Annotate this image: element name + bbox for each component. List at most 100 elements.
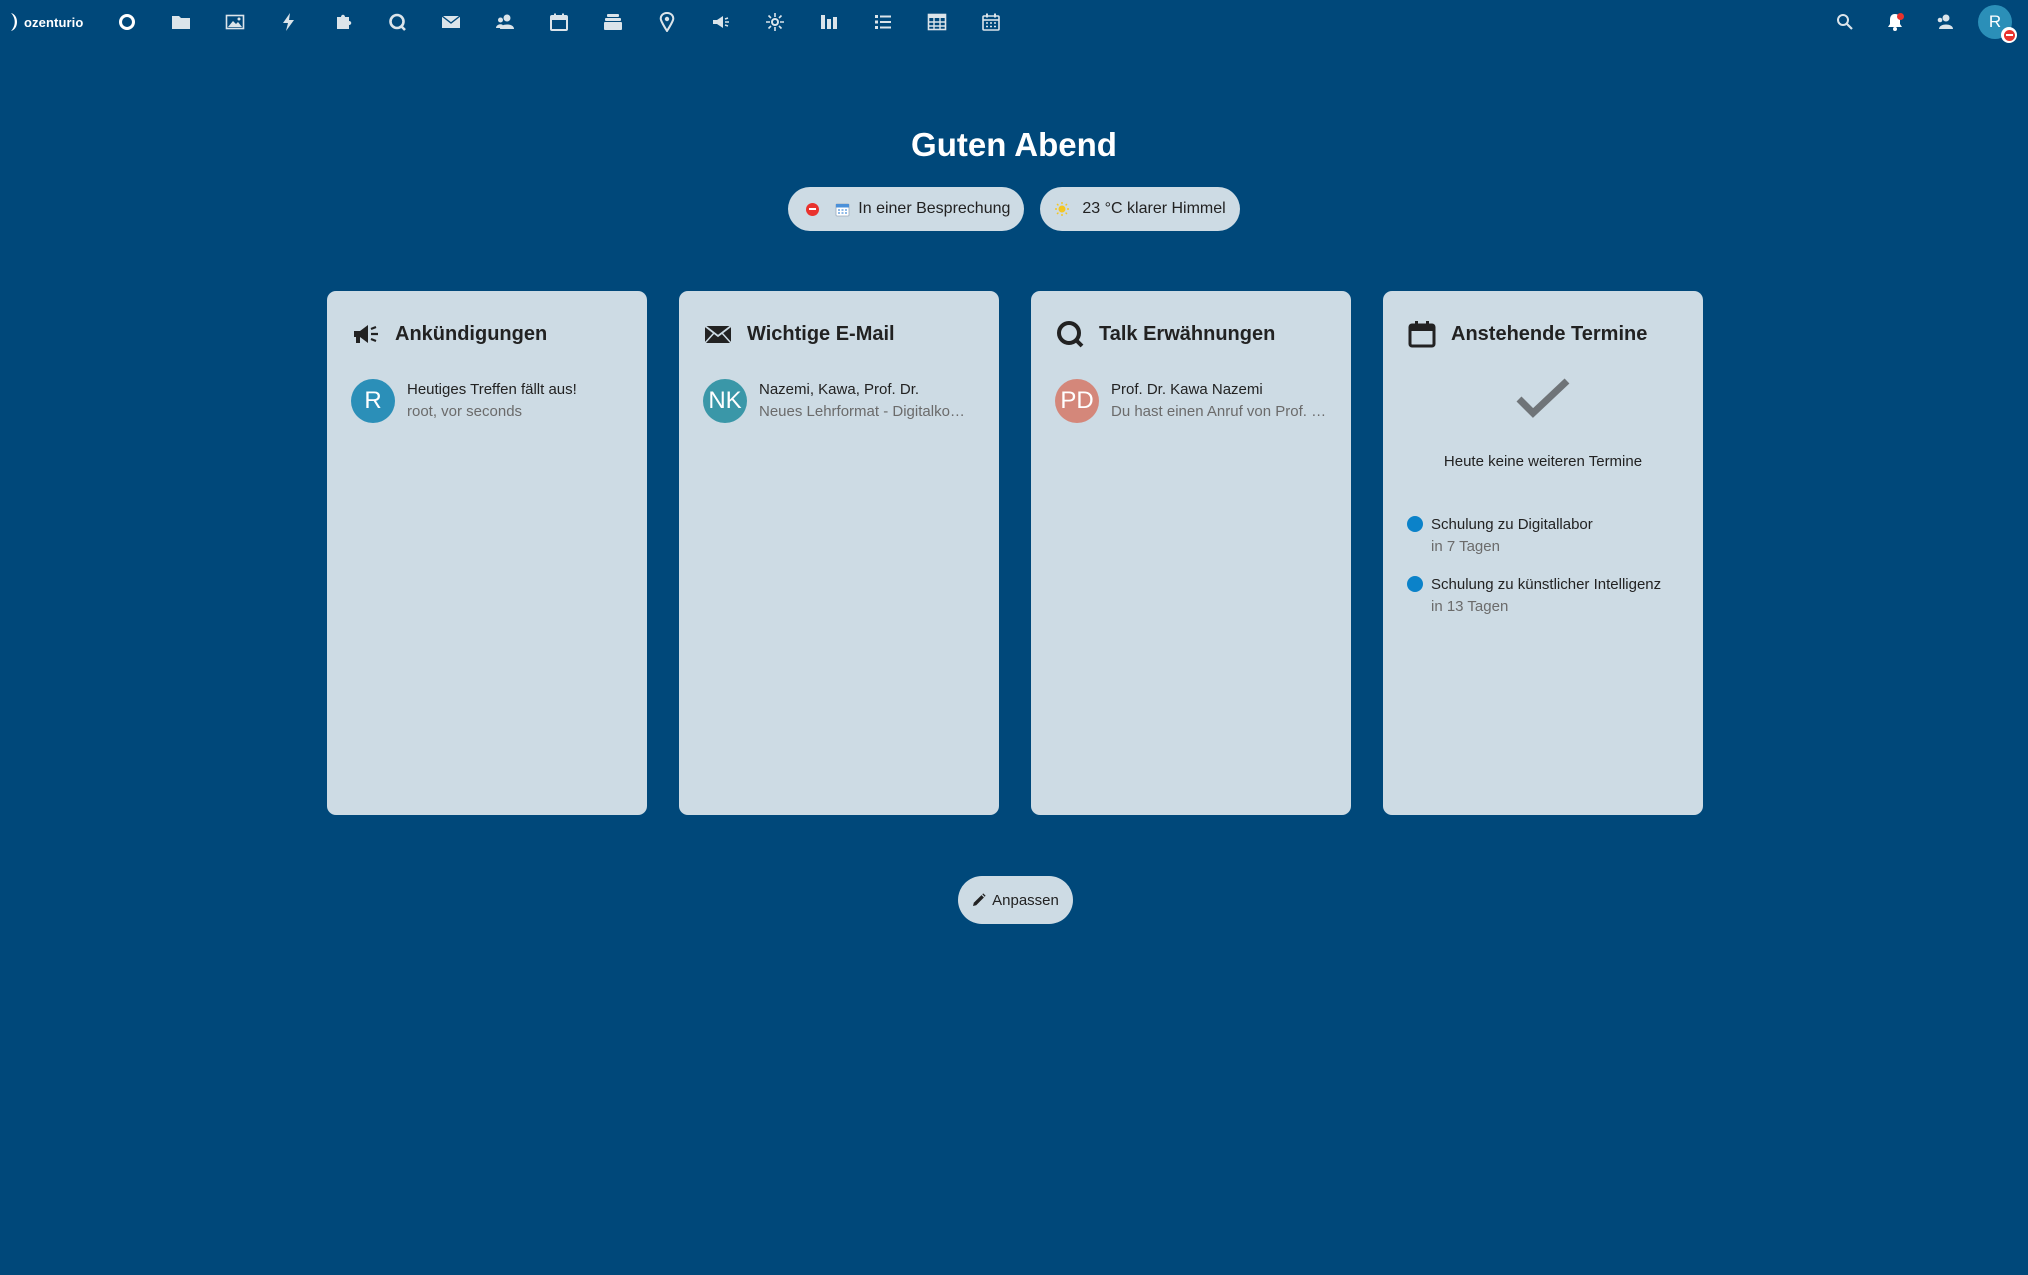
- search-icon: [1837, 14, 1853, 30]
- panel-title: Anstehende Termine: [1451, 322, 1648, 345]
- sun-star-icon: [766, 13, 784, 31]
- item-subtitle: Du hast einen Anruf von Prof. Dr. Kawa N…: [1111, 403, 1327, 420]
- greeting-heading: Guten Abend: [911, 126, 1117, 163]
- chat-bubble-icon: [389, 13, 406, 31]
- avatar-initials: R: [364, 387, 382, 414]
- item-subtitle: Neues Lehrformat - Digitalkompetenz: [759, 403, 975, 420]
- user-status-button[interactable]: In einer Besprechung: [788, 187, 1025, 231]
- folder-icon: [172, 16, 190, 29]
- event-title: Schulung zu Digitallabor: [1431, 516, 1593, 533]
- app-files[interactable]: [154, 0, 208, 44]
- item-text: Nazemi, Kawa, Prof. Dr. Neues Lehrformat…: [759, 379, 975, 423]
- app-activity[interactable]: [262, 0, 316, 44]
- panel-talk: Talk Erwähnungen PD Prof. Dr. Kawa Nazem…: [1031, 291, 1351, 815]
- checkmark-icon: [1516, 378, 1570, 418]
- weather-status-button[interactable]: 23 °C klarer Himmel: [1040, 187, 1240, 231]
- item-title: Nazemi, Kawa, Prof. Dr.: [759, 381, 920, 398]
- event-time: in 7 Tagen: [1431, 538, 1500, 555]
- app-maps[interactable]: [640, 0, 694, 44]
- empty-state: [1407, 377, 1679, 431]
- item-text: Prof. Dr. Kawa Nazemi Du hast einen Anru…: [1111, 379, 1327, 423]
- logo-mark-icon: [11, 13, 17, 31]
- envelope-icon: [704, 325, 732, 344]
- app-photos[interactable]: [208, 0, 262, 44]
- app-deck[interactable]: [586, 0, 640, 44]
- panel-header: Talk Erwähnungen: [1055, 319, 1327, 349]
- event-time: in 13 Tagen: [1431, 598, 1509, 615]
- app-announcements[interactable]: [694, 0, 748, 44]
- notifications-button[interactable]: [1870, 0, 1920, 44]
- stack-icon: [604, 14, 622, 30]
- panel-calendar: Anstehende Termine Heute keine weiteren …: [1383, 291, 1703, 815]
- event-text: Schulung zu künstlicher Intelligenz in 1…: [1431, 574, 1661, 618]
- puzzle-icon: [337, 14, 352, 29]
- notification-badge: [1897, 13, 1904, 20]
- lightning-icon: [283, 13, 294, 31]
- app-calendar-alt[interactable]: [964, 0, 1018, 44]
- status-row: In einer Besprechung 23 °C klarer Himmel: [0, 187, 2028, 231]
- panel-title: Ankündigungen: [395, 322, 548, 345]
- customize-button[interactable]: Anpassen: [958, 876, 1073, 924]
- item-subtitle: root, vor seconds: [407, 403, 523, 420]
- bar-chart-icon: [821, 15, 837, 29]
- weather-text: 23 °C klarer Himmel: [1082, 200, 1226, 217]
- contacts-menu-icon: [1937, 14, 1953, 29]
- dnd-status-icon: [2001, 27, 2017, 43]
- list-item[interactable]: R Heutiges Treffen fällt aus! root, vor …: [351, 377, 623, 425]
- envelope-icon: [441, 15, 461, 28]
- contacts-icon: [496, 14, 514, 29]
- avatar-initials: NK: [708, 387, 742, 414]
- list-item[interactable]: PD Prof. Dr. Kawa Nazemi Du hast einen A…: [1055, 377, 1327, 425]
- calendar-icon: [550, 13, 568, 31]
- app-calendar[interactable]: [532, 0, 586, 44]
- panel-announcements: Ankündigungen R Heutiges Treffen fällt a…: [327, 291, 647, 815]
- megaphone-icon: [354, 325, 378, 343]
- calendar-icon: [1408, 321, 1436, 348]
- panel-mail: Wichtige E-Mail NK Nazemi, Kawa, Prof. D…: [679, 291, 999, 815]
- avatar-initials: PD: [1060, 387, 1094, 414]
- unified-search-button[interactable]: [1820, 0, 1870, 44]
- app-talk[interactable]: [370, 0, 424, 44]
- app-mail[interactable]: [424, 0, 478, 44]
- contacts-menu-button[interactable]: [1920, 0, 1970, 44]
- event-color-dot: [1407, 576, 1423, 592]
- app-analytics[interactable]: [802, 0, 856, 44]
- customize-label: Anpassen: [992, 891, 1059, 909]
- user-menu-avatar[interactable]: R: [1978, 5, 2017, 43]
- talk-bubble-icon: [1057, 321, 1084, 348]
- header-right: R: [1820, 0, 2028, 44]
- app-navigation: [100, 0, 1018, 44]
- list-icon: [875, 15, 891, 29]
- avatar: R: [351, 379, 395, 423]
- brand-name: ozenturio: [24, 14, 84, 30]
- item-title: Prof. Dr. Kawa Nazemi: [1111, 381, 1263, 398]
- calendar-grid-icon: [982, 13, 1000, 31]
- dashboard-panels: Ankündigungen R Heutiges Treffen fällt a…: [327, 291, 1703, 815]
- item-text: Heutiges Treffen fällt aus! root, vor se…: [407, 379, 623, 423]
- app-dashboard[interactable]: [100, 0, 154, 44]
- dnd-status-icon: [806, 202, 820, 216]
- event-title: Schulung zu künstlicher Intelligenz: [1431, 576, 1662, 593]
- calendar-event[interactable]: Schulung zu künstlicher Intelligenz in 1…: [1407, 574, 1679, 618]
- list-item[interactable]: NK Nazemi, Kawa, Prof. Dr. Neues Lehrfor…: [703, 377, 975, 425]
- megaphone-icon: [713, 16, 729, 28]
- brand-logo[interactable]: ozenturio: [9, 12, 83, 32]
- app-tasks[interactable]: [856, 0, 910, 44]
- event-text: Schulung zu Digitallabor in 7 Tagen: [1431, 514, 1593, 558]
- app-collectives[interactable]: [316, 0, 370, 44]
- top-bar: ozenturio R: [0, 0, 2028, 44]
- event-color-dot: [1407, 516, 1423, 532]
- app-circles[interactable]: [748, 0, 802, 44]
- pencil-icon: [973, 893, 986, 906]
- sun-icon: [1055, 202, 1070, 216]
- app-contacts[interactable]: [478, 0, 532, 44]
- avatar: NK: [703, 379, 747, 423]
- avatar: PD: [1055, 379, 1099, 423]
- item-title: Heutiges Treffen fällt aus!: [407, 381, 577, 398]
- user-initial: R: [1988, 12, 2002, 31]
- calendar-event[interactable]: Schulung zu Digitallabor in 7 Tagen: [1407, 514, 1679, 558]
- panel-title: Wichtige E-Mail: [747, 322, 895, 345]
- panel-header: Ankündigungen: [351, 319, 623, 349]
- app-tables[interactable]: [910, 0, 964, 44]
- dashboard-icon: [119, 14, 135, 30]
